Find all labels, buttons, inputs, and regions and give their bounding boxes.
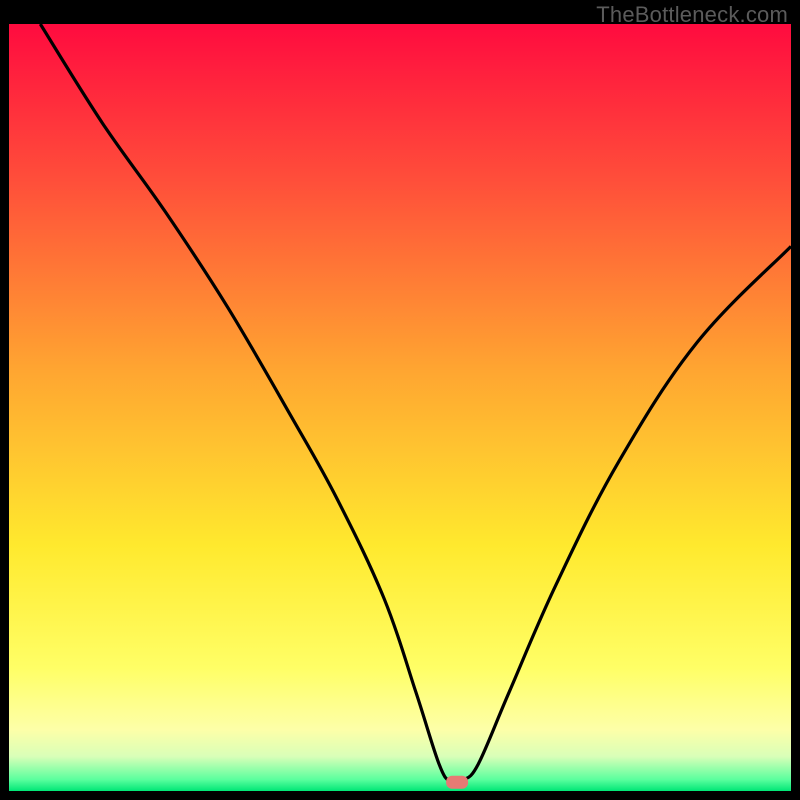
optimal-marker [446,776,468,789]
bottleneck-chart [9,0,791,791]
chart-frame [9,0,791,791]
gradient-background [9,24,791,791]
watermark-label: TheBottleneck.com [596,2,788,28]
